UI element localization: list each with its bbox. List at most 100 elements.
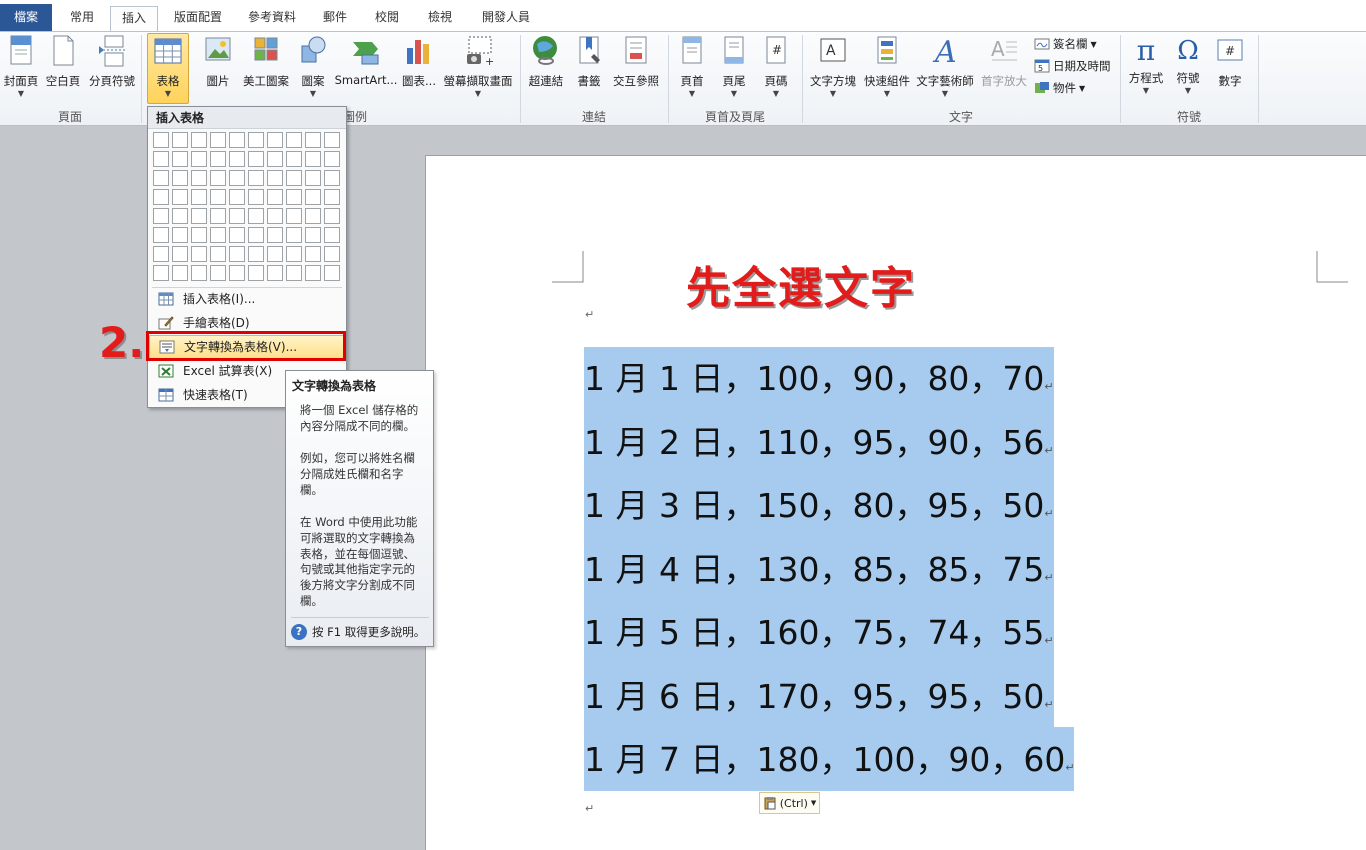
menu-item-insert-table[interactable]: 插入表格(I)... <box>149 287 345 311</box>
number-button[interactable]: # 數字 <box>1210 34 1250 89</box>
table-grid-cell[interactable] <box>210 246 226 262</box>
footer-button[interactable]: 頁尾 ▼ <box>716 34 752 99</box>
tab-review[interactable]: 校閱 <box>367 6 407 32</box>
table-grid-cell[interactable] <box>210 151 226 167</box>
table-grid-cell[interactable] <box>248 151 264 167</box>
table-grid-cell[interactable] <box>229 265 245 281</box>
table-grid-cell[interactable] <box>229 208 245 224</box>
table-grid-cell[interactable] <box>172 246 188 262</box>
table-grid-cell[interactable] <box>286 246 302 262</box>
table-grid-cell[interactable] <box>172 132 188 148</box>
table-grid-cell[interactable] <box>153 151 169 167</box>
blank-page-button[interactable]: 空白頁 <box>44 34 82 89</box>
table-grid-cell[interactable] <box>267 208 283 224</box>
table-grid-cell[interactable] <box>324 246 340 262</box>
table-grid-cell[interactable] <box>153 227 169 243</box>
table-grid-cell[interactable] <box>267 151 283 167</box>
table-grid-cell[interactable] <box>229 246 245 262</box>
table-grid-cell[interactable] <box>172 189 188 205</box>
drop-cap-button[interactable]: A 首字放大 <box>978 34 1030 89</box>
table-grid-cell[interactable] <box>153 246 169 262</box>
page-number-button[interactable]: # 頁碼 ▼ <box>758 34 794 99</box>
object-button[interactable]: 物件 ▼ <box>1034 80 1085 96</box>
table-grid-cell[interactable] <box>305 151 321 167</box>
shapes-button[interactable]: 圖案 ▼ <box>296 34 330 99</box>
table-grid-cell[interactable] <box>324 265 340 281</box>
table-grid-cell[interactable] <box>248 189 264 205</box>
table-grid-cell[interactable] <box>153 170 169 186</box>
table-grid-cell[interactable] <box>286 151 302 167</box>
table-grid-cell[interactable] <box>191 227 207 243</box>
tab-developer[interactable]: 開發人員 <box>473 6 539 32</box>
table-grid-cell[interactable] <box>305 265 321 281</box>
table-grid-cell[interactable] <box>191 265 207 281</box>
table-grid-cell[interactable] <box>210 170 226 186</box>
table-grid-cell[interactable] <box>286 265 302 281</box>
table-grid-cell[interactable] <box>305 170 321 186</box>
table-grid-cell[interactable] <box>248 265 264 281</box>
table-grid-cell[interactable] <box>229 151 245 167</box>
table-grid-cell[interactable] <box>324 170 340 186</box>
table-size-grid[interactable] <box>153 132 343 284</box>
table-grid-cell[interactable] <box>172 227 188 243</box>
table-grid-cell[interactable] <box>172 208 188 224</box>
table-grid-cell[interactable] <box>267 132 283 148</box>
symbol-button[interactable]: Ω 符號 ▼ <box>1170 34 1206 96</box>
table-grid-cell[interactable] <box>191 132 207 148</box>
table-grid-cell[interactable] <box>210 265 226 281</box>
table-grid-cell[interactable] <box>229 189 245 205</box>
table-grid-cell[interactable] <box>267 265 283 281</box>
table-grid-cell[interactable] <box>305 132 321 148</box>
tab-insert[interactable]: 插入 <box>110 6 158 32</box>
text-box-button[interactable]: A 文字方塊 ▼ <box>806 34 860 99</box>
smartart-button[interactable]: SmartArt... <box>334 34 398 87</box>
table-grid-cell[interactable] <box>229 132 245 148</box>
table-grid-cell[interactable] <box>324 227 340 243</box>
table-grid-cell[interactable] <box>267 170 283 186</box>
tab-view[interactable]: 檢視 <box>420 6 460 32</box>
document-line[interactable]: 1 月 2 日，110，95，90，56↵ <box>584 411 1054 475</box>
cover-page-button[interactable]: 封面頁 ▼ <box>2 34 40 99</box>
table-grid-cell[interactable] <box>286 227 302 243</box>
table-grid-cell[interactable] <box>191 151 207 167</box>
header-button[interactable]: 頁首 ▼ <box>674 34 710 99</box>
quick-parts-button[interactable]: 快速組件 ▼ <box>862 34 912 99</box>
document-line[interactable]: 1 月 6 日，170，95，95，50↵ <box>584 665 1054 729</box>
date-time-button[interactable]: 5 日期及時間 <box>1034 58 1111 74</box>
document-line[interactable]: 1 月 3 日，150，80，95，50↵ <box>584 474 1054 538</box>
table-grid-cell[interactable] <box>172 151 188 167</box>
table-grid-cell[interactable] <box>210 227 226 243</box>
bookmark-button[interactable]: 書籤 <box>572 34 606 89</box>
table-grid-cell[interactable] <box>229 170 245 186</box>
signature-line-button[interactable]: 簽名欄 ▼ <box>1034 36 1097 52</box>
table-grid-cell[interactable] <box>191 246 207 262</box>
table-grid-cell[interactable] <box>153 189 169 205</box>
table-grid-cell[interactable] <box>305 189 321 205</box>
table-grid-cell[interactable] <box>324 208 340 224</box>
table-grid-cell[interactable] <box>229 227 245 243</box>
table-grid-cell[interactable] <box>305 208 321 224</box>
clip-art-button[interactable]: 美工圖案 <box>240 34 292 89</box>
paste-options-button[interactable]: (Ctrl) ▼ <box>759 792 820 814</box>
table-grid-cell[interactable] <box>210 132 226 148</box>
table-grid-cell[interactable] <box>305 246 321 262</box>
table-grid-cell[interactable] <box>210 208 226 224</box>
table-grid-cell[interactable] <box>153 208 169 224</box>
tab-home[interactable]: 常用 <box>62 6 102 32</box>
hyperlink-button[interactable]: 超連結 <box>524 34 568 89</box>
table-grid-cell[interactable] <box>153 132 169 148</box>
table-grid-cell[interactable] <box>286 132 302 148</box>
table-grid-cell[interactable] <box>248 246 264 262</box>
table-grid-cell[interactable] <box>305 227 321 243</box>
page-break-button[interactable]: 分頁符號 <box>86 34 138 89</box>
table-grid-cell[interactable] <box>248 132 264 148</box>
table-grid-cell[interactable] <box>153 265 169 281</box>
table-grid-cell[interactable] <box>324 189 340 205</box>
table-grid-cell[interactable] <box>267 189 283 205</box>
table-grid-cell[interactable] <box>286 189 302 205</box>
wordart-button[interactable]: A 文字藝術師 ▼ <box>914 34 976 99</box>
table-grid-cell[interactable] <box>286 170 302 186</box>
table-grid-cell[interactable] <box>191 208 207 224</box>
table-grid-cell[interactable] <box>210 189 226 205</box>
table-grid-cell[interactable] <box>324 151 340 167</box>
